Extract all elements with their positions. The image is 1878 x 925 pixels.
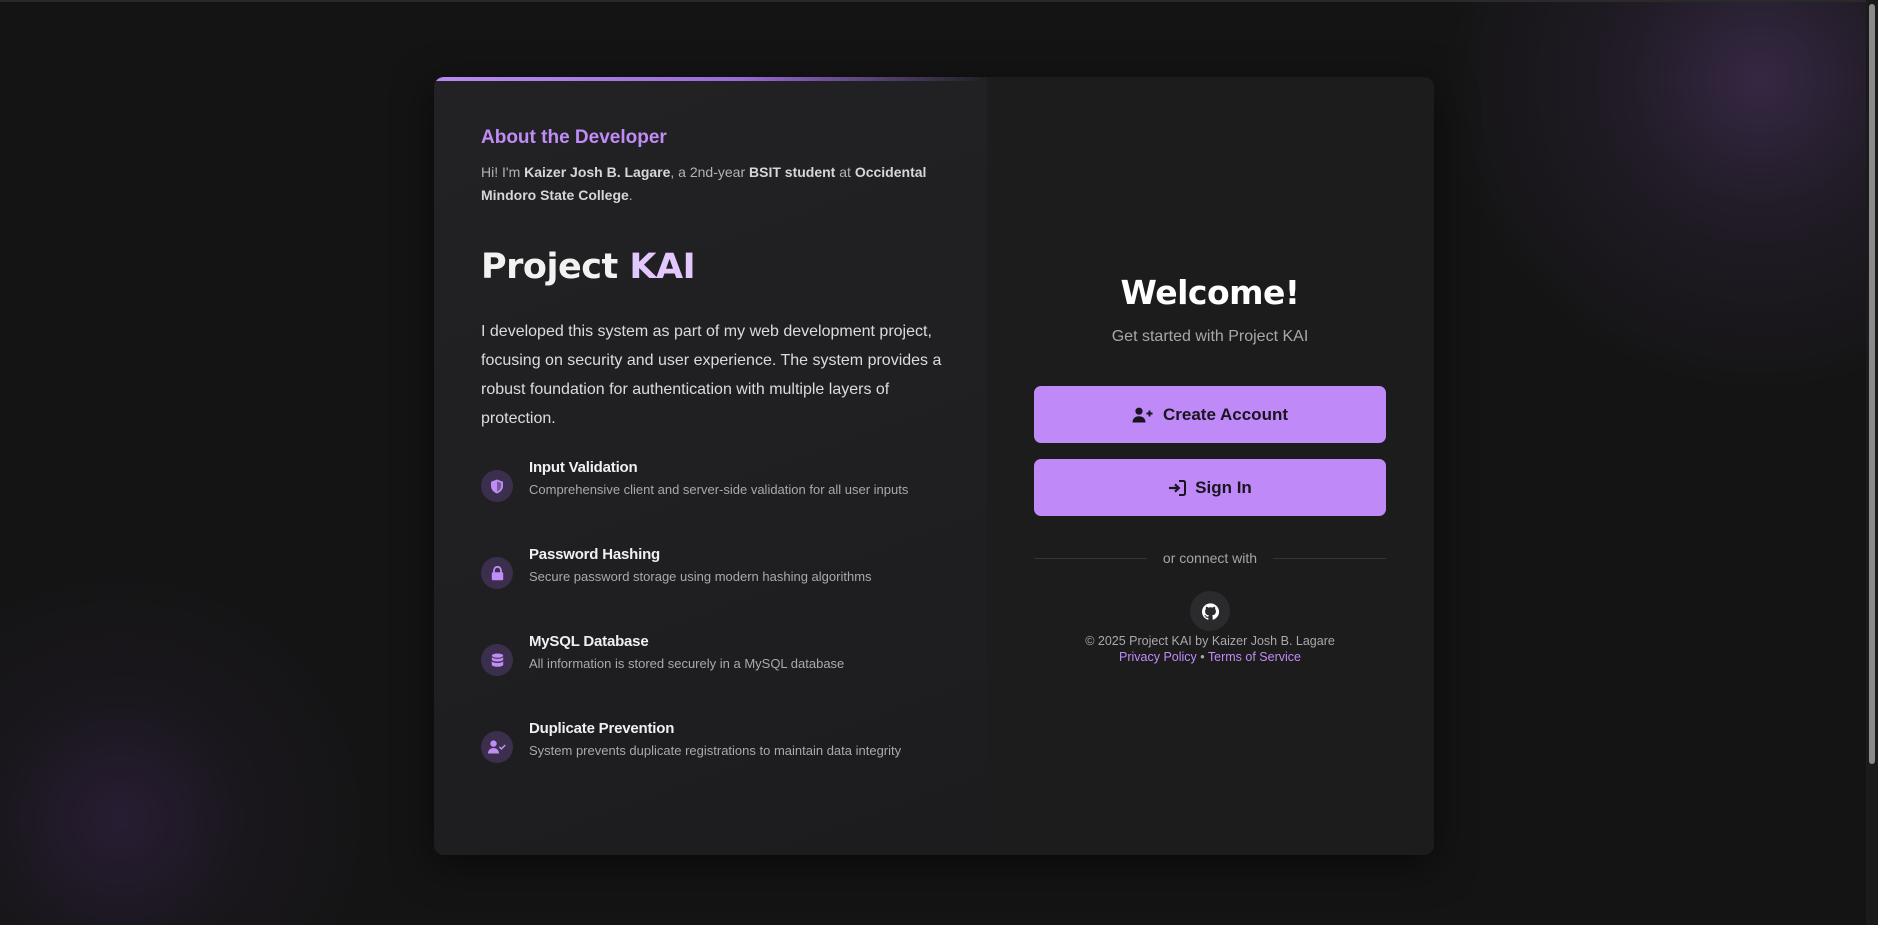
shield-icon xyxy=(481,470,513,502)
divider-line-right xyxy=(1273,557,1387,559)
feature-item-password-hashing: Password Hashing Secure password storage… xyxy=(481,546,987,633)
privacy-policy-link[interactable]: Privacy Policy xyxy=(1119,650,1197,664)
lock-icon xyxy=(481,557,513,589)
main-card: About the Developer Hi! I'm Kaizer Josh … xyxy=(434,77,1434,855)
sign-in-button[interactable]: Sign In xyxy=(1034,459,1386,516)
intro-mid-2: at xyxy=(835,164,855,180)
window-top-border xyxy=(0,0,1866,2)
intro-end: . xyxy=(628,187,633,203)
github-icon xyxy=(1201,602,1219,620)
intro-mid-1: , a 2nd-year xyxy=(670,164,750,180)
feature-item-duplicate-prevention: Duplicate Prevention System prevents dup… xyxy=(481,720,987,807)
feature-item-input-validation: Input Validation Comprehensive client an… xyxy=(481,459,987,546)
developer-name: Kaizer Josh B. Lagare xyxy=(524,164,671,180)
welcome-heading: Welcome! xyxy=(1120,273,1300,312)
project-description: I developed this system as part of my we… xyxy=(481,323,942,427)
feature-list: Input Validation Comprehensive client an… xyxy=(481,459,987,807)
auth-panel: Welcome! Get started with Project KAI Cr… xyxy=(987,77,1434,855)
about-intro: Hi! I'm Kaizer Josh B. Lagare, a 2nd-yea… xyxy=(481,161,941,207)
about-panel: About the Developer Hi! I'm Kaizer Josh … xyxy=(434,77,987,855)
sign-in-icon xyxy=(1168,479,1187,496)
project-title-main: Project xyxy=(481,247,630,287)
page-scrollbar[interactable] xyxy=(1866,0,1878,925)
connect-divider: or connect with xyxy=(1034,550,1387,566)
feature-title: MySQL Database xyxy=(529,633,649,650)
user-plus-icon xyxy=(1132,407,1154,423)
about-title: About the Developer xyxy=(481,127,667,148)
github-button[interactable] xyxy=(1190,591,1230,631)
intro-prefix: Hi! I'm xyxy=(481,164,525,180)
feature-description: Comprehensive client and server-side val… xyxy=(529,482,909,497)
footer-separator: • xyxy=(1196,650,1208,664)
feature-description: Secure password storage using modern has… xyxy=(529,569,872,584)
feature-title: Duplicate Prevention xyxy=(529,720,675,737)
footer-links: Privacy Policy • Terms of Service xyxy=(1085,649,1335,665)
feature-item-mysql-database: MySQL Database All information is stored… xyxy=(481,633,987,720)
card-accent-bar xyxy=(434,77,984,81)
scrollbar-thumb[interactable] xyxy=(1869,4,1875,764)
terms-of-service-link[interactable]: Terms of Service xyxy=(1208,650,1301,664)
feature-title: Input Validation xyxy=(529,459,638,476)
create-account-button[interactable]: Create Account xyxy=(1034,386,1386,443)
sign-in-label: Sign In xyxy=(1195,477,1252,497)
project-title: Project KAI xyxy=(481,247,987,287)
welcome-subtitle: Get started with Project KAI xyxy=(1111,328,1309,345)
divider-text: or connect with xyxy=(1162,550,1258,566)
user-check-icon xyxy=(481,731,513,763)
footer: © 2025 Project KAI by Kaizer Josh B. Lag… xyxy=(1085,633,1335,665)
database-icon xyxy=(481,644,513,676)
copyright-text: © 2025 Project KAI by Kaizer Josh B. Lag… xyxy=(1085,634,1335,648)
feature-description: System prevents duplicate registrations … xyxy=(529,743,902,758)
feature-description: All information is stored securely in a … xyxy=(529,656,845,671)
divider-line-left xyxy=(1034,557,1147,559)
create-account-label: Create Account xyxy=(1162,404,1288,424)
feature-title: Password Hashing xyxy=(529,546,661,563)
page: About the Developer Hi! I'm Kaizer Josh … xyxy=(0,0,1878,925)
developer-program: BSIT student xyxy=(749,164,836,180)
project-title-accent: KAI xyxy=(629,247,696,287)
